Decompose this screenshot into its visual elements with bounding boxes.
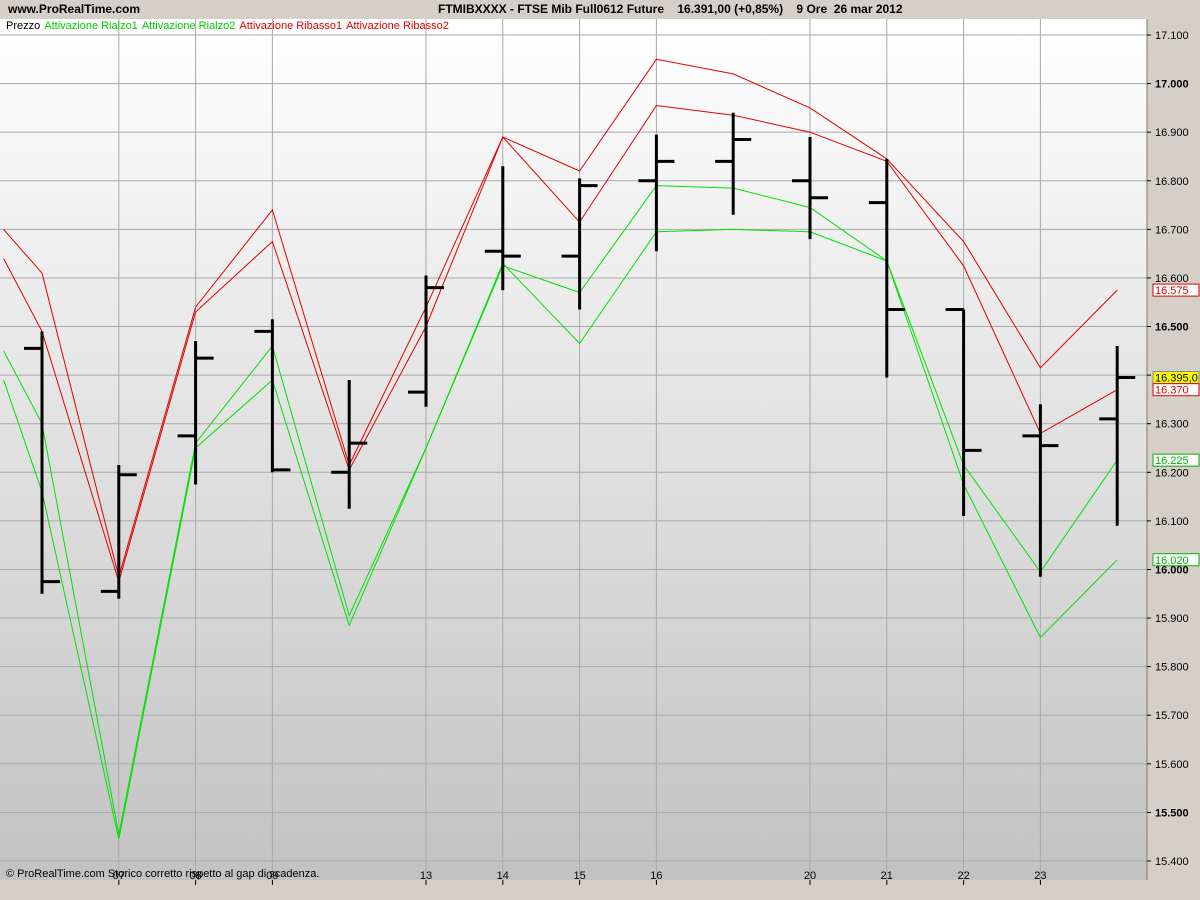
y-tick-label: 16.500 <box>1155 322 1189 334</box>
y-tick-label: 17.000 <box>1155 79 1189 91</box>
y-tick-label: 15.900 <box>1155 613 1189 625</box>
price-tag: 16.395,0 <box>1152 371 1200 385</box>
instrument-title: FTMIBXXXX - FTSE Mib Full0612 Future 16.… <box>438 2 903 16</box>
x-tick-label: 21 <box>881 870 893 882</box>
x-tick-label: 22 <box>957 870 969 882</box>
price-tag-label: 16.225 <box>1155 455 1189 467</box>
y-tick-label: 15.600 <box>1155 759 1189 771</box>
price-tag: 16.225 <box>1152 453 1200 467</box>
y-tick-label: 16.600 <box>1155 273 1189 285</box>
x-tick-label: 23 <box>1034 870 1046 882</box>
x-tick-label: 14 <box>497 870 509 882</box>
x-tick-label: 13 <box>420 870 432 882</box>
y-tick-label: 15.500 <box>1155 807 1189 819</box>
y-tick-label: 16.200 <box>1155 467 1189 479</box>
x-tick-label: 16 <box>650 870 662 882</box>
chart-legend: Prezzo Attivazione Rialzo1 Attivazione Ria… <box>6 20 453 32</box>
x-tick-label: 20 <box>804 870 816 882</box>
y-tick-label: 16.100 <box>1155 516 1189 528</box>
price-tag-label: 16.395,0 <box>1155 373 1198 385</box>
legend-item: Attivazione Ribasso2 <box>346 20 449 32</box>
footer-note: © ProRealTime.com Storico corretto rispe… <box>6 868 320 880</box>
price-tag: 16.370 <box>1152 383 1200 397</box>
y-tick-label: 16.800 <box>1155 176 1189 188</box>
price-tag-label: 16.575 <box>1155 285 1189 297</box>
legend-item: Attivazione Ribasso1 <box>239 20 343 32</box>
title-bar: www.ProRealTime.com FTMIBXXXX - FTSE Mib… <box>0 0 1200 20</box>
x-tick-label: 15 <box>573 870 585 882</box>
price-tag: 16.575 <box>1152 283 1200 297</box>
y-tick-label: 15.800 <box>1155 662 1189 674</box>
price-tag: 16.020 <box>1152 553 1200 567</box>
y-tick-label: 15.700 <box>1155 710 1189 722</box>
price-tag-label: 16.020 <box>1155 555 1189 567</box>
price-tag-label: 16.370 <box>1155 385 1189 397</box>
y-tick-label: 16.900 <box>1155 127 1189 139</box>
legend-item: Attivazione Rialzo2 <box>141 20 236 32</box>
y-tick-label: 16.700 <box>1155 224 1189 236</box>
site-name: www.ProRealTime.com <box>8 2 141 16</box>
price-chart[interactable]: 17.10017.00016.90016.80016.70016.60016.5… <box>0 19 1200 885</box>
legend-item: Attivazione Rialzo1 <box>44 20 138 32</box>
y-tick-label: 16.300 <box>1155 419 1189 431</box>
legend-item: Prezzo <box>6 20 41 32</box>
y-axis-panel <box>1147 19 1200 885</box>
y-tick-label: 17.100 <box>1155 30 1189 42</box>
y-tick-label: 15.400 <box>1155 856 1189 868</box>
